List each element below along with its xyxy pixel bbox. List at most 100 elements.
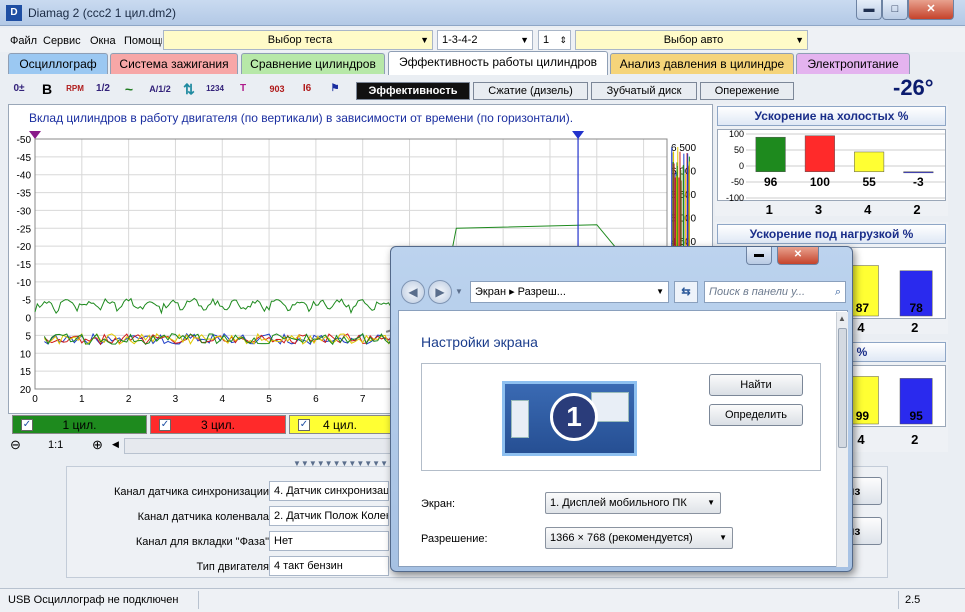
minimize-button[interactable]: ▬	[856, 0, 882, 20]
dialog-scrollbar[interactable]: ▲	[836, 312, 848, 567]
bar-value-label: 96	[764, 175, 778, 189]
zoom-out-icon[interactable]: ⊖	[10, 437, 21, 453]
find-button[interactable]: Найти	[709, 374, 803, 396]
crank-channel-select[interactable]: 2. Датчик Полож Колен	[269, 506, 389, 526]
chart-903-icon[interactable]: 903	[266, 78, 288, 100]
load-accel-title: Ускорение под нагрузкой %	[717, 224, 946, 244]
x-tick-label: 4	[219, 394, 225, 405]
half-scale-icon[interactable]: 1/2	[92, 78, 114, 100]
legend-label: 3 цил.	[201, 418, 235, 432]
maximize-button[interactable]: □	[882, 0, 908, 20]
test-select[interactable]: Выбор теста ▼	[163, 30, 433, 50]
y-tick-label: 20	[20, 385, 32, 396]
menu-service[interactable]: Сервис	[43, 35, 81, 47]
bar-mark	[904, 172, 934, 173]
menu-windows[interactable]: Окна	[90, 35, 116, 47]
order-1234-icon[interactable]: 1234	[204, 78, 226, 100]
monitor-number: 1	[550, 393, 598, 441]
forward-arrow-icon[interactable]: ▶	[428, 280, 452, 304]
tab-power-supply[interactable]: Электропитание	[796, 53, 910, 74]
monitor-preview: 1 Найти Определить	[421, 363, 821, 471]
sync-channel-select[interactable]: 4. Датчик синхронизации	[269, 481, 389, 501]
y-tick-label: -30	[17, 206, 32, 217]
status-text: USB Осциллограф не подключен	[8, 594, 178, 606]
alg-icon[interactable]: A/1/2	[146, 78, 174, 100]
dialog-minimize-button[interactable]: ▬	[746, 247, 772, 265]
dialog-close-button[interactable]: ✕	[777, 247, 819, 265]
y-tick-label: 10	[20, 349, 32, 360]
offset-icon[interactable]: 0±	[8, 78, 30, 100]
breadcrumb: Экран ▸ Разреш...	[475, 286, 566, 298]
y-tick-label: 50	[734, 145, 744, 155]
cylinder-stepper[interactable]: 1 ⇕	[538, 30, 571, 50]
bar-mark	[854, 152, 884, 172]
identify-button[interactable]: Определить	[709, 404, 803, 426]
y-tick-label: -45	[17, 153, 32, 164]
screen-label: Экран:	[421, 498, 455, 510]
legend-cyl-4[interactable]: ✓ 4 цил.	[289, 415, 391, 434]
y-tick-label: -5	[22, 296, 31, 307]
tab-ignition[interactable]: Система зажигания	[110, 53, 238, 74]
refresh-icon[interactable]: ⇆	[674, 281, 698, 303]
y-tick-label: -35	[17, 189, 32, 200]
monitor-icon[interactable]: 1	[502, 381, 637, 456]
scroll-thumb[interactable]	[838, 328, 847, 448]
subtab-efficiency[interactable]: Эффективность	[356, 82, 470, 100]
crank-channel-label: Канал датчика коленвала	[69, 511, 269, 523]
horizontal-scrollbar[interactable]	[124, 438, 400, 454]
filter-icon[interactable]: ⚑	[324, 78, 346, 100]
trigger-icon[interactable]: T	[232, 78, 254, 100]
phase-channel-select[interactable]: Нет	[269, 531, 389, 551]
menu-file[interactable]: Файл	[10, 35, 37, 47]
bar-value-label: 100	[810, 175, 830, 189]
x-tick-label: 7	[360, 394, 366, 405]
screen-select[interactable]: 1. Дисплей мобильного ПК ▼	[545, 492, 721, 514]
scroll-up-icon[interactable]: ▲	[838, 314, 846, 323]
sort-icon[interactable]: ⇅	[178, 78, 200, 100]
search-input[interactable]: Поиск в панели у... ⌕	[704, 281, 846, 303]
zoom-in-icon[interactable]: ⊕	[92, 437, 103, 453]
subtab-gear-disk[interactable]: Зубчатый диск	[591, 82, 697, 100]
history-dropdown-icon[interactable]: ▼	[455, 287, 463, 296]
engine-type-select[interactable]: 4 такт бензин	[269, 556, 389, 576]
search-icon: ⌕	[835, 282, 841, 302]
legend-label: 4 цил.	[323, 418, 357, 432]
cylinder-label: 4	[857, 432, 864, 447]
y-tick-label: 100	[729, 130, 744, 139]
main-tabs: Осциллограф Система зажигания Сравнение …	[0, 53, 965, 75]
cylinder-label: 4	[857, 320, 864, 335]
subtab-compression[interactable]: Сжатие (дизель)	[473, 82, 588, 100]
firing-order-select[interactable]: 1-3-4-2 ▼	[437, 30, 533, 50]
legend-label: 1 цил.	[63, 418, 97, 432]
menu-help[interactable]: Помощь	[124, 35, 162, 47]
cylinder-label: 4	[864, 202, 871, 217]
car-select[interactable]: Выбор авто ▼	[575, 30, 808, 50]
icon-toolbar: 0± B RPM 1/2 ~ A/1/2 ⇅ 1234 T 903 I6 ⚑	[8, 76, 348, 101]
rpm-icon[interactable]: RPM	[64, 78, 86, 100]
angle-readout: -26°	[893, 75, 934, 101]
x-tick-label: 0	[32, 394, 38, 405]
version-label: 2.5	[905, 594, 920, 606]
scroll-left-icon[interactable]: ◀	[112, 439, 119, 450]
resolution-select[interactable]: 1366 × 768 (рекомендуется) ▼	[545, 527, 733, 549]
cylinder-label: 2	[911, 320, 918, 335]
tab-cylinder-efficiency[interactable]: Эффективность работы цилиндров	[388, 51, 608, 75]
legend-cyl-3[interactable]: ✓ 3 цил.	[150, 415, 286, 434]
engine-type-label: Тип двигателя	[69, 561, 269, 573]
close-button[interactable]: ✕	[908, 0, 954, 20]
x-tick-label: 2	[126, 394, 132, 405]
back-arrow-icon[interactable]: ◀	[401, 280, 425, 304]
wave-icon[interactable]: ~	[118, 78, 140, 100]
legend-cyl-1[interactable]: ✓ 1 цил.	[12, 415, 147, 434]
cylinder-bar-icon[interactable]: I6	[296, 78, 318, 100]
bold-b-icon[interactable]: B	[36, 78, 58, 100]
tab-oscilloscope[interactable]: Осциллограф	[8, 53, 108, 74]
subtab-advance[interactable]: Опережение	[700, 82, 794, 100]
chevron-down-icon: ▼	[420, 31, 429, 49]
tab-cylinder-compare[interactable]: Сравнение цилиндров	[241, 53, 385, 74]
app-icon: D	[6, 5, 22, 21]
resolution-label: Разрешение:	[421, 533, 488, 545]
tab-pressure-analysis[interactable]: Анализ давления в цилиндре	[610, 53, 794, 74]
x-tick-label: 3	[173, 394, 179, 405]
address-bar[interactable]: Экран ▸ Разреш... ▼	[470, 281, 669, 303]
